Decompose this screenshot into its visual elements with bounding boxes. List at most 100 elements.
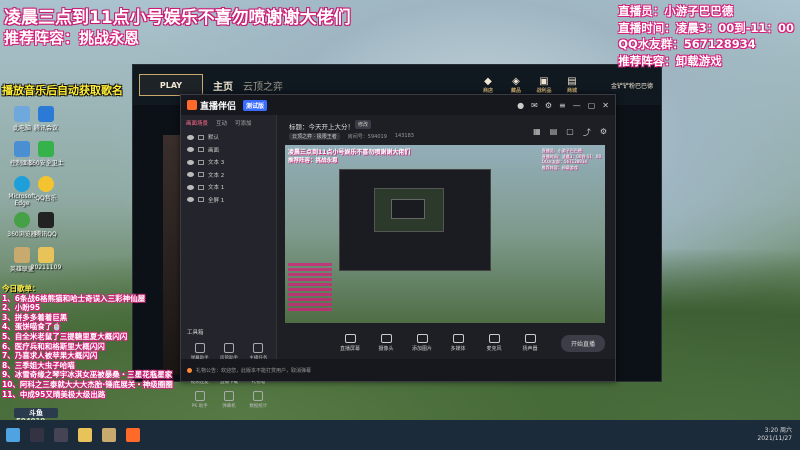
desktop-icon-folder-20211109[interactable]: 20211109 [26, 247, 66, 271]
gear-icon[interactable]: ⚙ [600, 127, 607, 138]
stream-preview[interactable]: 凌晨三点到11点小号娱乐不喜勿喷谢谢大佬们 推荐阵容：挑战永恩 直播员：小游子巴… [285, 145, 605, 323]
music-icon [38, 176, 54, 192]
tab-scenes[interactable]: 画面场景 [186, 119, 208, 127]
speaker-button[interactable]: 扬声器 [517, 334, 543, 352]
tab-addable[interactable]: 可添加 [235, 119, 252, 127]
share-icon[interactable]: ⤴ [583, 127, 591, 138]
status-bar: 礼物公告：欢迎您，此版本不能打赏用户，取消弹幕 [181, 359, 615, 381]
app-title-bar: 直播伴侣 测试版 ● ✉ ⚙ ≡ — ▢ ✕ [181, 95, 615, 115]
meeting-icon [38, 106, 54, 122]
desktop-icon-360-security[interactable]: 360安全卫士 [26, 141, 66, 167]
store-button[interactable]: ◆ 商店 [479, 76, 497, 94]
eye-icon[interactable] [187, 197, 194, 203]
window-controls: ● ✉ ⚙ ≡ — ▢ ✕ [517, 101, 609, 110]
chat-icon [194, 343, 205, 353]
nested-preview-3 [391, 199, 425, 219]
live-companion-window[interactable]: 直播伴侣 测试版 ● ✉ ⚙ ≡ — ▢ ✕ 画面场景 互动 可添加 默认 画面… [180, 94, 616, 409]
tool-data-stats[interactable]: 数据统计 [244, 391, 273, 409]
scene-item[interactable]: 文本 2 [181, 169, 276, 182]
scene-item[interactable]: 画面 [181, 144, 276, 157]
overlay-title: 凌晨三点到11点小号娱乐不喜勿喷谢谢大佬们 [4, 8, 351, 28]
start-stream-button[interactable]: 开始直播 [560, 334, 605, 352]
notice-icon [187, 367, 192, 373]
scene-item[interactable]: 文本 3 [181, 156, 276, 169]
song-list-header: 今日歌单： [2, 284, 40, 293]
minimize-icon[interactable]: — [573, 101, 581, 110]
loot-icon: ▣ [539, 76, 549, 87]
qq-icon [38, 212, 54, 228]
avatar-icon[interactable]: ● [517, 101, 524, 110]
eye-icon[interactable] [187, 134, 194, 140]
gift-icon[interactable]: ▦ [533, 127, 541, 138]
play-button[interactable]: PLAY [139, 74, 203, 96]
app-logo-icon [187, 100, 197, 110]
edit-title-button[interactable]: 修改 [355, 120, 372, 129]
scene-item[interactable]: 全屏 1 [181, 194, 276, 207]
shield-icon [38, 141, 54, 157]
preview-title: 凌晨三点到11点小号娱乐不喜勿喷谢谢大佬们 [288, 149, 411, 156]
monitor-icon [344, 334, 356, 343]
collection-button[interactable]: ◈ 藏品 [507, 76, 525, 94]
close-icon[interactable]: ✕ [602, 101, 609, 110]
task-view-icon[interactable] [54, 428, 68, 442]
lock-icon[interactable]: ▢ [566, 127, 574, 138]
list-item: 6、医疗兵和和格斯里大概闪闪 [2, 341, 105, 351]
eye-icon[interactable] [187, 147, 194, 153]
nested-preview-window [339, 169, 491, 271]
desktop-icon-qq[interactable]: 腾讯QQ [26, 212, 66, 238]
eye-icon[interactable] [187, 172, 194, 178]
source-icon [198, 147, 204, 153]
windows-start-icon[interactable] [6, 428, 20, 442]
camera-button[interactable]: 摄像头 [373, 334, 399, 352]
list-item: 5、自全米老鼠了三提糖里夏大概闪闪 [2, 331, 128, 341]
media-button[interactable]: 多媒体 [445, 334, 471, 352]
taskbar: 3:20 周六 2021/11/27 [0, 420, 800, 450]
search-icon[interactable] [30, 428, 44, 442]
menu-icon[interactable]: ≡ [559, 101, 566, 110]
add-image-button[interactable]: 添加图片 [409, 334, 435, 352]
eye-icon[interactable] [187, 184, 194, 190]
microphone-button[interactable]: 麦克风 [481, 334, 507, 352]
preview-recommend: 推荐阵容：挑战永恩 [288, 158, 338, 164]
file-explorer-icon[interactable] [78, 428, 92, 442]
tool-pk-assistant[interactable]: PK 助手 [185, 391, 214, 409]
system-clock[interactable]: 3:20 周六 2021/11/27 [757, 427, 800, 443]
settings-icon[interactable]: ⚙ [545, 101, 552, 110]
shop-button[interactable]: ▤ 商城 [563, 76, 581, 94]
scene-item[interactable]: 默认 [181, 131, 276, 144]
game-nav-home[interactable]: 主页 [213, 78, 233, 93]
lol-taskbar-icon[interactable] [102, 428, 116, 442]
task-icon [253, 343, 264, 353]
user-icon [223, 343, 234, 353]
mail-icon[interactable]: ✉ [531, 101, 538, 110]
source-icon [198, 172, 204, 178]
notes-icon[interactable]: ▤ [550, 127, 558, 138]
folder-icon [38, 247, 54, 263]
live-companion-taskbar-icon[interactable] [126, 428, 140, 442]
scene-item[interactable]: 文本 1 [181, 181, 276, 194]
list-item: 1、6条战6格熊猫和哈士奇误入三彩神仙屋 [2, 293, 146, 303]
song-list: 今日歌单： 1、6条战6格熊猫和哈士奇误入三彩神仙屋 2、小盼95 3、拼多多着… [2, 284, 173, 399]
tab-interact[interactable]: 互动 [216, 119, 227, 127]
room-category[interactable]: 云顶之弈 · 极限王者 [289, 133, 340, 140]
desktop-icon-qq-music[interactable]: QQ音乐 [26, 176, 66, 202]
tool-danmaku-machine[interactable]: 弹幕机 [214, 391, 243, 409]
list-item: 2、小盼95 [2, 303, 41, 313]
toolbox-title: 工具箱 [187, 330, 204, 336]
desktop-icon-tencent-meeting[interactable]: 腾讯会议 [26, 106, 66, 132]
source-icon [198, 134, 204, 140]
game-nav-tft[interactable]: 云顶之弈 [243, 78, 283, 93]
overlay-music: 播放音乐后自动获取歌名 [2, 84, 123, 97]
header-tools: ▦ ▤ ▢ ⤴ ⚙ [533, 127, 607, 138]
screen-capture-button[interactable]: 直播屏幕 [337, 334, 363, 352]
overlay-recommend: 推荐阵容：挑战永恩 [4, 29, 140, 47]
play-icon [452, 334, 464, 343]
room-heat: 143183 [394, 133, 414, 139]
eye-icon[interactable] [187, 159, 194, 165]
game-right-icons: ◆ 商店 ◈ 藏品 ▣ 战利品 ▤ 商城 金铲铲粉巴巴德 [479, 76, 661, 94]
collection-icon: ◈ [512, 76, 520, 87]
loot-button[interactable]: ▣ 战利品 [535, 76, 553, 94]
image-icon [416, 334, 428, 343]
maximize-icon[interactable]: ▢ [588, 101, 596, 110]
source-icon [198, 159, 204, 165]
